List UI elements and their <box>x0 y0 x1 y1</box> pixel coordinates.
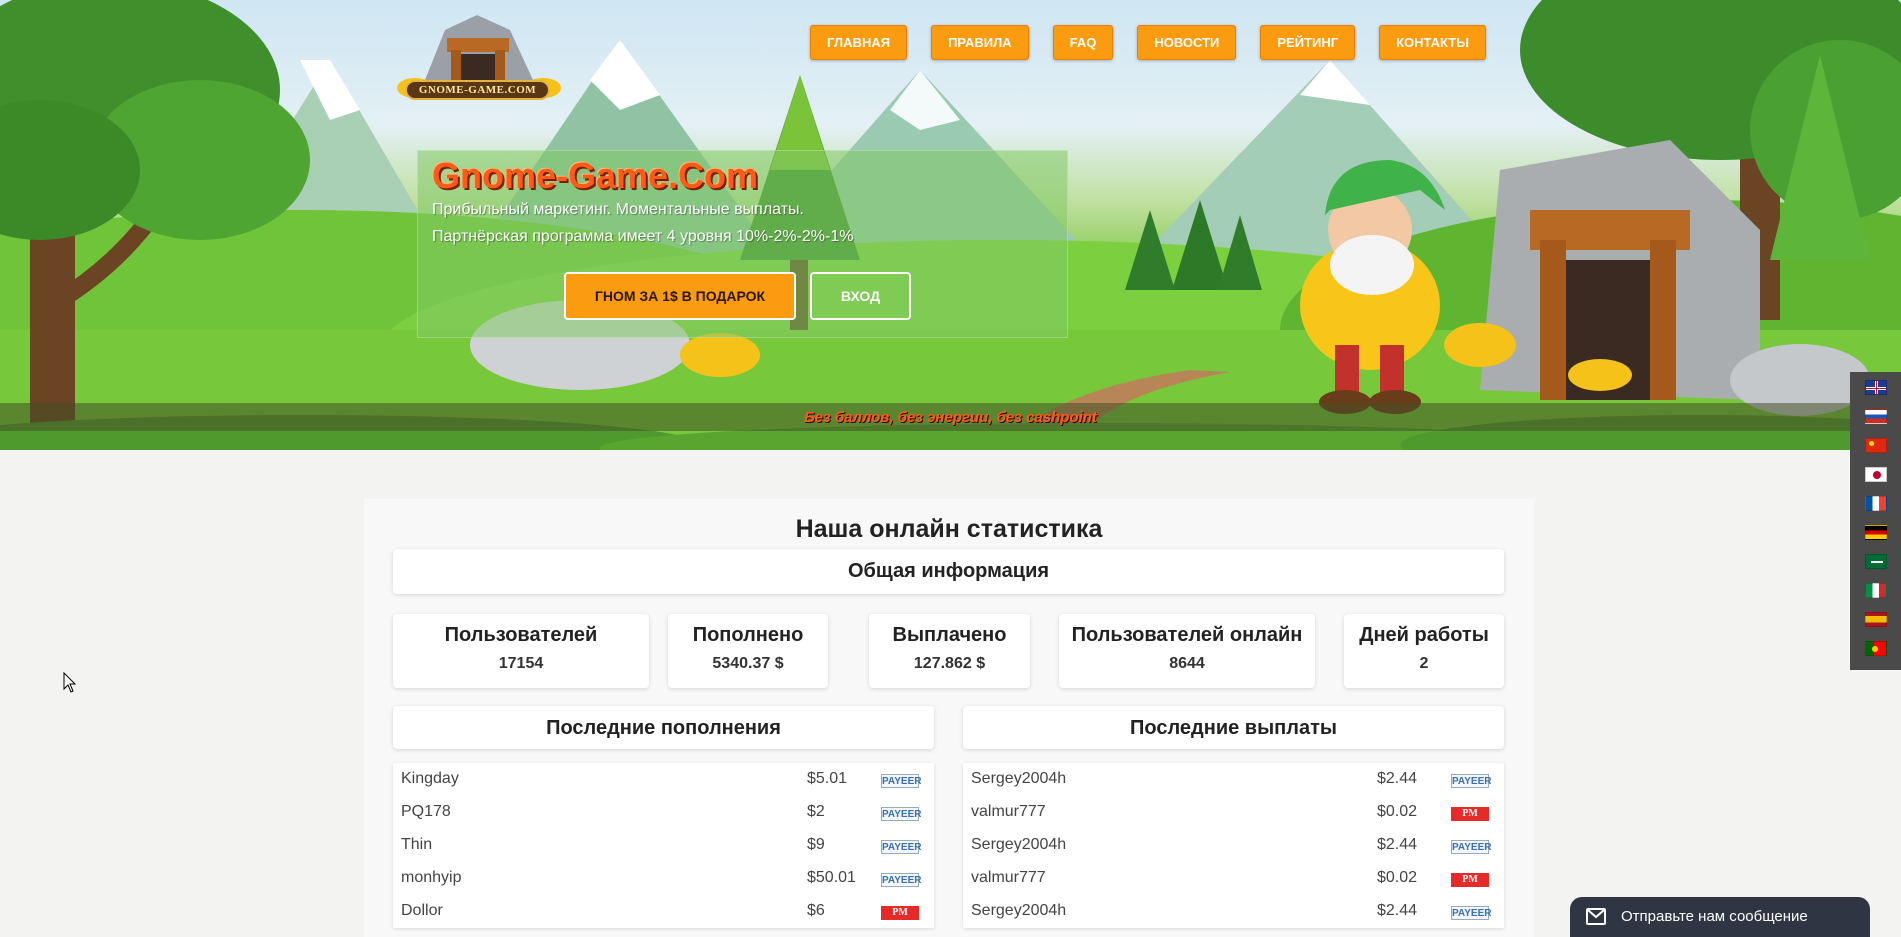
payeer-icon: PAYEER <box>1451 906 1492 920</box>
payout-amount: $2.44 <box>1377 902 1418 919</box>
payout-amount: $2.44 <box>1377 770 1418 787</box>
deposit-row: Kingday $5.01 PAYEER <box>393 763 934 796</box>
nav-rating[interactable]: РЕЙТИНГ <box>1260 25 1356 60</box>
deposit-amount: $50.01 <box>807 869 856 886</box>
nav-faq[interactable]: FAQ <box>1052 25 1114 60</box>
nav-news[interactable]: НОВОСТИ <box>1137 25 1237 60</box>
general-info-title: Общая информация <box>847 560 1050 582</box>
stat-users-label: Пользователей <box>444 624 598 646</box>
login-button[interactable]: ВХОД <box>810 272 911 320</box>
promo-title: Gnome-Game.Com <box>432 155 759 196</box>
stat-deposited-value: 5340.37 $ <box>712 655 784 672</box>
deposit-user: Kingday <box>401 770 459 787</box>
payout-user: valmur777 <box>971 803 1046 820</box>
payouts-header: Последние выплаты <box>963 706 1504 749</box>
payout-user: Sergey2004h <box>971 770 1067 787</box>
perfect-money-icon: PM <box>1451 807 1489 821</box>
payout-amount: $2.44 <box>1377 836 1418 853</box>
payout-row: Sergey2004h $2.44 PAYEER <box>963 895 1504 928</box>
flag-ru-icon[interactable] <box>1865 409 1887 424</box>
payout-row: valmur777 $0.02 PM <box>963 862 1504 895</box>
deposit-row: monhyip $50.01 PAYEER <box>393 862 934 895</box>
deposit-user: PQ178 <box>401 803 451 820</box>
payeer-icon: PAYEER <box>1451 840 1492 854</box>
stat-deposited-label: Пополнено <box>692 624 804 646</box>
payout-user: Sergey2004h <box>971 902 1067 919</box>
flag-fr-icon[interactable] <box>1865 496 1887 511</box>
nav-home[interactable]: ГЛАВНАЯ <box>810 25 908 60</box>
perfect-money-icon: PM <box>881 906 919 920</box>
promo-line-2: Партнёрская программа имеет 4 уровня 10%… <box>432 228 854 245</box>
stat-days: Дней работы 2 <box>1344 614 1504 688</box>
payouts-list: Sergey2004h $2.44 PAYEER valmur777 $0.02… <box>963 763 1504 928</box>
deposit-amount: $5.01 <box>807 770 848 787</box>
chat-widget[interactable]: Отправьте нам сообщение <box>1570 897 1870 937</box>
payouts-title: Последние выплаты <box>1130 717 1337 739</box>
promo-box: Gnome-Game.Com Прибыльный маркетинг. Мом… <box>417 150 1068 338</box>
flag-en-icon[interactable] <box>1865 380 1887 395</box>
payout-user: Sergey2004h <box>971 836 1067 853</box>
deposit-row: Dollor $6 PM <box>393 895 934 928</box>
mouse-cursor-icon <box>63 672 77 693</box>
flag-sa-icon[interactable] <box>1865 554 1887 569</box>
envelope-icon <box>1586 908 1606 925</box>
payeer-icon: PAYEER <box>881 873 922 887</box>
statistics-panel: Наша онлайн статистика Общая информация … <box>364 499 1534 937</box>
deposit-row: Thin $9 PAYEER <box>393 829 934 862</box>
payout-row: valmur777 $0.02 PM <box>963 796 1504 829</box>
flag-pt-icon[interactable] <box>1865 641 1887 656</box>
hero-banner: GNOME-GAME.COM ГЛАВНАЯ ПРАВИЛА FAQ НОВОС… <box>0 0 1901 450</box>
stat-paid-label: Выплачено <box>892 624 1007 646</box>
perfect-money-icon: PM <box>1451 873 1489 887</box>
stat-online-label: Пользователей онлайн <box>1071 624 1303 646</box>
stat-online: Пользователей онлайн 8644 <box>1059 614 1315 688</box>
language-bar <box>1850 372 1901 670</box>
nav-contacts[interactable]: КОНТАКТЫ <box>1379 25 1486 60</box>
payout-amount: $0.02 <box>1377 869 1418 886</box>
flag-it-icon[interactable] <box>1865 583 1887 598</box>
flag-cn-icon[interactable] <box>1865 438 1887 453</box>
hero-strip: Без баллов, без энергии, без cashpoint <box>0 403 1901 431</box>
promo-line-1: Прибыльный маркетинг. Моментальные выпла… <box>432 201 804 218</box>
payeer-icon: PAYEER <box>881 807 922 821</box>
payeer-icon: PAYEER <box>881 840 922 854</box>
stat-paid: Выплачено 127.862 $ <box>869 614 1030 688</box>
deposit-amount: $6 <box>807 902 825 919</box>
hero-tagline: Без баллов, без энергии, без cashpoint <box>804 409 1097 426</box>
statistics-title: Наша онлайн статистика <box>795 515 1103 543</box>
payout-row: Sergey2004h $2.44 PAYEER <box>963 763 1504 796</box>
stat-paid-value: 127.862 $ <box>913 655 986 672</box>
chat-label: Отправьте нам сообщение <box>1621 908 1808 925</box>
deposit-row: PQ178 $2 PAYEER <box>393 796 934 829</box>
general-info-card: Общая информация <box>393 549 1504 594</box>
flag-es-icon[interactable] <box>1865 612 1887 627</box>
stat-users-value: 17154 <box>498 655 544 672</box>
payeer-icon: PAYEER <box>881 774 922 788</box>
stat-deposited: Пополнено 5340.37 $ <box>668 614 828 688</box>
deposit-user: Thin <box>401 836 433 853</box>
stat-online-value: 8644 <box>1169 655 1205 672</box>
deposit-user: Dollor <box>401 902 443 919</box>
stat-users: Пользователей 17154 <box>393 614 649 688</box>
payout-amount: $0.02 <box>1377 803 1418 820</box>
stat-days-value: 2 <box>1419 655 1429 672</box>
payout-user: valmur777 <box>971 869 1046 886</box>
deposit-amount: $9 <box>807 836 825 853</box>
deposit-user: monhyip <box>401 869 462 886</box>
flag-jp-icon[interactable] <box>1865 467 1887 482</box>
stat-days-label: Дней работы <box>1359 624 1489 646</box>
logo-text: GNOME-GAME.COM <box>405 80 550 100</box>
payeer-icon: PAYEER <box>1451 774 1492 788</box>
payout-row: Sergey2004h $2.44 PAYEER <box>963 829 1504 862</box>
deposits-header: Последние пополнения <box>393 706 934 749</box>
top-navigation: ГЛАВНАЯ ПРАВИЛА FAQ НОВОСТИ РЕЙТИНГ КОНТ… <box>810 25 1486 60</box>
flag-de-icon[interactable] <box>1865 525 1887 540</box>
deposit-amount: $2 <box>807 803 825 820</box>
deposits-title: Последние пополнения <box>546 717 781 739</box>
gift-button[interactable]: ГНОМ ЗА 1$ В ПОДАРОК <box>564 272 796 320</box>
deposits-list: Kingday $5.01 PAYEER PQ178 $2 PAYEER Thi… <box>393 763 934 928</box>
nav-rules[interactable]: ПРАВИЛА <box>931 25 1029 60</box>
